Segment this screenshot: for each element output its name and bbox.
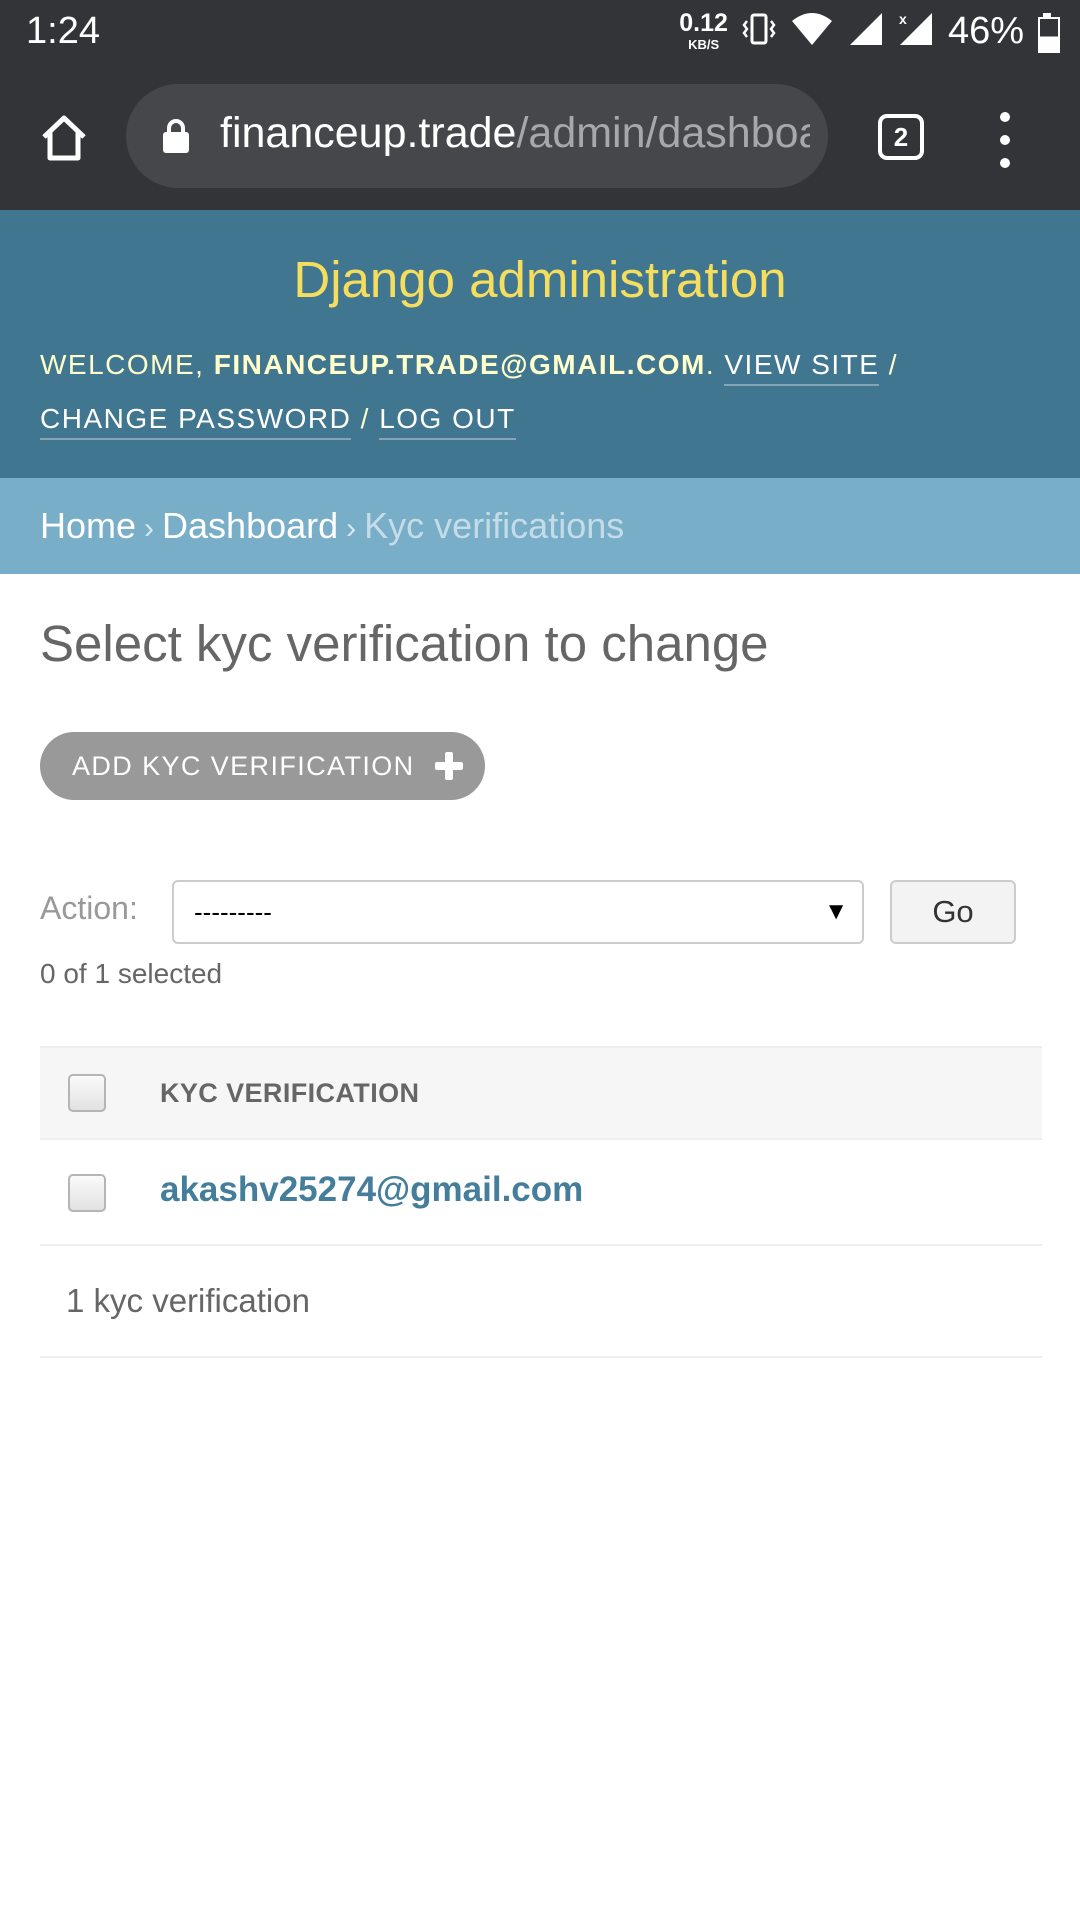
signal-no-data-icon: x bbox=[898, 11, 934, 52]
breadcrumb-current: Kyc verifications bbox=[364, 505, 625, 546]
dropdown-arrow-icon: ▼ bbox=[824, 898, 848, 925]
tools-separator: / bbox=[888, 349, 899, 380]
admin-header: Django administration WELCOME, FINANCEUP… bbox=[0, 210, 1080, 478]
action-select[interactable]: --------- ▼ bbox=[172, 880, 864, 944]
home-button[interactable] bbox=[28, 104, 100, 176]
breadcrumb-home[interactable]: Home bbox=[40, 505, 136, 546]
browser-toolbar: financeup.trade/admin/dashboa 2 bbox=[0, 62, 1080, 210]
network-speed: 0.12 KB/S bbox=[679, 9, 728, 52]
wifi-icon bbox=[790, 11, 834, 52]
user-tools: WELCOME, FINANCEUP.TRADE@GMAIL.COM. VIEW… bbox=[40, 338, 1040, 446]
svg-text:x: x bbox=[899, 11, 907, 27]
view-site-link[interactable]: VIEW SITE bbox=[724, 349, 880, 386]
breadcrumb-separator: › bbox=[144, 512, 155, 545]
url-bar[interactable]: financeup.trade/admin/dashboa bbox=[126, 84, 828, 188]
table-header: KYC VERIFICATION bbox=[40, 1046, 1042, 1140]
url-host: financeup.trade bbox=[220, 109, 517, 157]
paginator: 1 kyc verification bbox=[40, 1246, 1042, 1358]
tabs-button[interactable]: 2 bbox=[878, 114, 924, 160]
url-text[interactable]: financeup.trade/admin/dashboa bbox=[220, 109, 810, 158]
tools-separator: / bbox=[360, 403, 370, 434]
results-table: KYC VERIFICATION akashv25274@gmail.com bbox=[40, 1046, 1042, 1246]
column-header-kyc-verification[interactable]: KYC VERIFICATION bbox=[160, 1078, 419, 1109]
page-title: Select kyc verification to change bbox=[40, 615, 769, 672]
network-speed-unit: KB/S bbox=[688, 37, 720, 52]
lock-icon bbox=[162, 118, 190, 159]
overflow-menu-icon[interactable] bbox=[990, 112, 1020, 168]
breadcrumb: Home › Dashboard › Kyc verifications bbox=[0, 478, 1080, 574]
row-checkbox[interactable] bbox=[68, 1174, 106, 1212]
user-email: FINANCEUP.TRADE@GMAIL.COM bbox=[213, 349, 706, 380]
signal-icon bbox=[848, 11, 884, 52]
add-button-label: ADD KYC VERIFICATION bbox=[72, 750, 415, 781]
table-row: akashv25274@gmail.com bbox=[40, 1140, 1042, 1246]
welcome-text: WELCOME, bbox=[40, 349, 205, 380]
site-branding[interactable]: Django administration bbox=[0, 250, 1080, 309]
row-email-link[interactable]: akashv25274@gmail.com bbox=[160, 1170, 583, 1210]
status-bar: 1:24 0.12 KB/S x 46% bbox=[0, 0, 1080, 62]
select-all-checkbox[interactable] bbox=[68, 1074, 106, 1112]
vibrate-icon bbox=[742, 11, 776, 52]
network-speed-value: 0.12 bbox=[679, 9, 728, 37]
url-path: /admin/dashboa bbox=[516, 109, 810, 157]
breadcrumb-separator: › bbox=[346, 512, 357, 545]
go-button[interactable]: Go bbox=[890, 880, 1016, 944]
add-kyc-verification-button[interactable]: ADD KYC VERIFICATION bbox=[40, 732, 485, 800]
status-icons: 0.12 KB/S x 46% bbox=[679, 8, 1060, 54]
breadcrumb-dashboard[interactable]: Dashboard bbox=[162, 505, 338, 546]
log-out-link[interactable]: LOG OUT bbox=[379, 403, 516, 440]
change-password-link[interactable]: CHANGE PASSWORD bbox=[40, 403, 352, 440]
action-selected-value: --------- bbox=[194, 897, 272, 927]
status-time: 1:24 bbox=[26, 10, 100, 52]
battery-percent: 46% bbox=[947, 9, 1024, 52]
battery-icon bbox=[1038, 13, 1060, 53]
plus-icon bbox=[434, 752, 463, 780]
selected-count: 0 of 1 selected bbox=[40, 958, 223, 989]
home-icon bbox=[39, 113, 89, 168]
tab-count: 2 bbox=[893, 121, 909, 152]
action-label: Action: bbox=[40, 890, 138, 926]
